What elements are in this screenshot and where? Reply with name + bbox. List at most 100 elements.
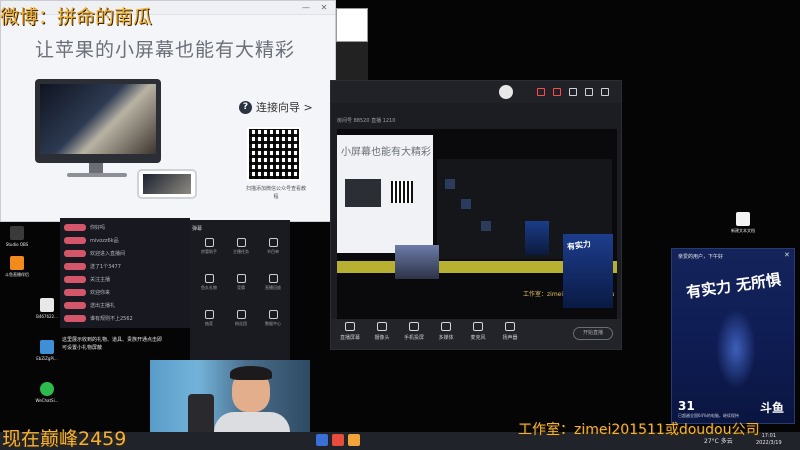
room-info: 房间号 88520 直播 1210 xyxy=(337,118,396,124)
tool-button[interactable]: 节目单 xyxy=(258,238,288,255)
desktop-icon-label: WeChatSi... xyxy=(35,398,59,403)
menu-icon[interactable] xyxy=(569,88,577,96)
list-item: 谁有规则不上2562 xyxy=(64,313,188,324)
tool-label: 抽奖 xyxy=(205,321,213,326)
avatar[interactable] xyxy=(499,85,513,99)
mirror-slogan: 让苹果的小屏幕也能有大精彩 xyxy=(35,39,296,61)
desktop-icon-file[interactable]: B467622... xyxy=(32,298,62,319)
level-badge xyxy=(64,302,86,309)
tool-button[interactable]: 数据中心 xyxy=(258,310,288,327)
desktop-icon-archive[interactable]: EbZiZgPi... xyxy=(32,340,62,361)
level-badge xyxy=(64,237,86,244)
tool-label: 鱼丸礼物 xyxy=(201,285,217,290)
mic-button[interactable]: 麦克风 xyxy=(463,322,493,341)
tool-button[interactable]: 直播回放 xyxy=(258,274,288,291)
tool-button[interactable]: 房管助手 xyxy=(194,238,224,255)
chat-text: 送出主播礼 xyxy=(90,303,116,309)
stream-toolbar xyxy=(331,81,621,103)
stream-controls: 直播屏幕 摄像头 手机投屏 多媒体 麦克风 扬声器 开始直播 xyxy=(331,319,621,349)
clock-date: 2022/3/19 xyxy=(756,440,782,446)
rank-overlay-text: 现在巅峰2459 xyxy=(2,428,127,450)
desktop-icon-douyu[interactable]: 斗鱼直播伴侣 xyxy=(2,256,32,278)
minimize-icon[interactable] xyxy=(585,88,593,96)
ad-popup[interactable]: 亲爱的用户，下午好 ✕ 有实力 无所惧 31 已超越全国64%的电脑，继续保持 … xyxy=(671,248,795,424)
gift-tip: 这里展示收到的礼物、道具、贵族开通点击即可设置小礼物屏蔽 xyxy=(62,337,163,351)
ad-date: 31 xyxy=(678,399,695,413)
data-icon xyxy=(268,310,278,319)
nested-webcam xyxy=(395,245,439,279)
message-icon[interactable] xyxy=(553,88,561,96)
mini-tile xyxy=(481,221,491,231)
mini-tile xyxy=(461,199,471,209)
chat-text: 欢迎进入直播间 xyxy=(90,251,126,257)
douyu-icon xyxy=(10,256,24,270)
mic-icon xyxy=(473,322,483,331)
ad-greeting: 亲爱的用户，下午好 xyxy=(678,254,724,260)
notification-icon[interactable] xyxy=(537,88,545,96)
qr-code xyxy=(247,127,301,181)
list-item: 送出主播礼 xyxy=(64,300,188,311)
replay-icon xyxy=(268,274,278,283)
taskbar-app-icon[interactable] xyxy=(332,434,344,446)
close-icon[interactable] xyxy=(601,88,609,96)
mini-poster xyxy=(525,221,549,255)
nested-mirror-window: 小屏幕也能有大精彩 xyxy=(337,135,433,253)
close-icon[interactable]: ✕ xyxy=(784,251,790,259)
tool-label: 数据中心 xyxy=(265,321,281,326)
connect-guide-link[interactable]: ? 连接向导 > xyxy=(239,99,313,115)
taskbar-app-icon[interactable] xyxy=(316,434,328,446)
camera-button[interactable]: 摄像头 xyxy=(367,322,397,341)
chat-text: 欢迎你来 xyxy=(90,290,111,296)
desktop-icon-label: Studio OBS xyxy=(5,242,29,247)
chat-text: 送了1个3477 xyxy=(90,264,121,270)
chat-panel: 你好吗 mivozz6k品 欢迎进入直播间 送了1个3477 关注主播 欢迎你来… xyxy=(60,218,190,328)
ad-slogan: 有实力 无所惧 xyxy=(685,270,783,302)
level-badge xyxy=(64,250,86,257)
taskbar-app-icon[interactable] xyxy=(348,434,360,446)
chat-text: 你好吗 xyxy=(90,225,106,231)
list-item: 欢迎你来 xyxy=(64,287,188,298)
close-button[interactable]: ✕ xyxy=(319,3,329,13)
nested-monitor-image xyxy=(345,179,381,207)
level-badge xyxy=(64,315,86,322)
control-label: 手机投屏 xyxy=(403,335,424,341)
stream-app-window: 房间号 88520 直播 1210 小屏幕也能有大精彩 工作室：zimei201… xyxy=(330,80,622,350)
level-badge xyxy=(64,263,86,270)
obs-icon xyxy=(10,226,24,240)
screen-capture-button[interactable]: 直播屏幕 xyxy=(335,322,365,341)
mini-tile xyxy=(445,179,455,189)
start-live-button[interactable]: 开始直播 xyxy=(573,327,613,340)
tool-button[interactable]: 主播任务 xyxy=(226,238,256,255)
desktop-icon-text-doc[interactable]: 新建文本文档 xyxy=(728,212,758,234)
control-label: 扬声器 xyxy=(502,335,518,341)
desktop-icon-label: 新建文本文档 xyxy=(731,228,755,233)
qr-caption: 扫描添加微信公众号查看教程 xyxy=(245,186,306,200)
phone-cast-button[interactable]: 手机投屏 xyxy=(399,322,429,341)
mid-poster-title: 有实力 xyxy=(566,239,592,252)
camera-icon xyxy=(377,322,387,331)
media-button[interactable]: 多媒体 xyxy=(431,322,461,341)
tool-button[interactable]: 抽奖 xyxy=(194,310,224,327)
tool-button[interactable]: 竞猜 xyxy=(226,274,256,291)
minimize-button[interactable]: — xyxy=(301,3,311,13)
tool-button[interactable]: 鱼丸礼物 xyxy=(194,274,224,291)
mirror-app-window: — ✕ 让苹果的小屏幕也能有大精彩 ? 连接向导 > 扫描添加微信公众号查看教程 xyxy=(0,0,336,222)
media-icon xyxy=(441,322,451,331)
level-badge xyxy=(64,224,86,231)
desktop-icon-obs[interactable]: Studio OBS xyxy=(2,226,32,247)
phone-cast-icon xyxy=(409,322,419,331)
clock[interactable]: 17:01 2022/3/19 xyxy=(756,433,782,447)
tool-button[interactable]: 粉丝团 xyxy=(226,310,256,327)
desktop-icon-wechat[interactable]: WeChatSi... xyxy=(32,382,62,403)
nested-slogan: 小屏幕也能有大精彩 xyxy=(341,147,431,158)
small-window[interactable] xyxy=(336,8,368,42)
phone-screen-image xyxy=(143,174,191,194)
level-badge xyxy=(64,289,86,296)
control-label: 多媒体 xyxy=(438,335,454,341)
mid-poster: 有实力 xyxy=(563,234,613,308)
desktop-icon-label: EbZiZgPi... xyxy=(36,356,58,361)
speaker-button[interactable]: 扬声器 xyxy=(495,322,525,341)
tool-label: 节目单 xyxy=(267,249,279,254)
list-item: mivozz6k品 xyxy=(64,235,188,246)
connect-guide-label: 连接向导 > xyxy=(256,101,313,114)
